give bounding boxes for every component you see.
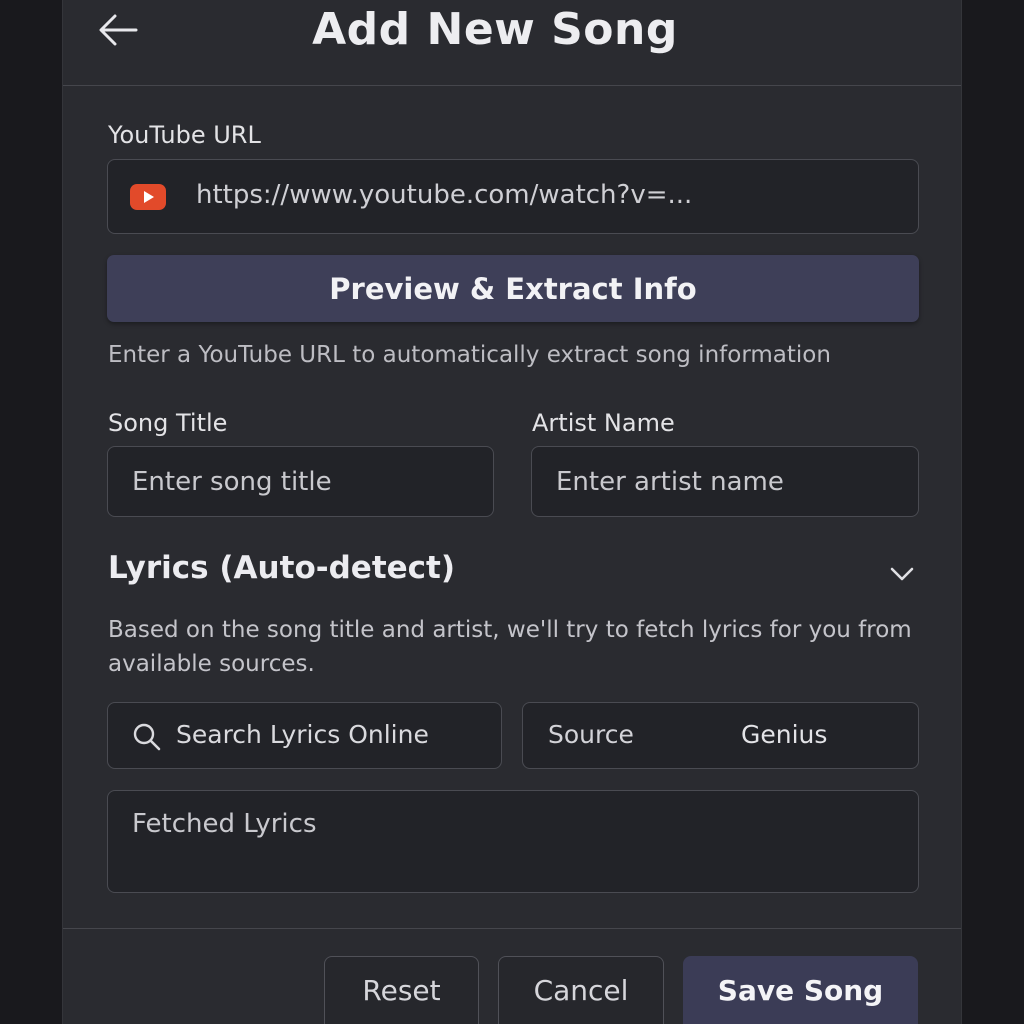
artist-name-label: Artist Name	[532, 409, 675, 437]
artist-name-input[interactable]: Enter artist name	[531, 446, 919, 517]
lyrics-section-title: Lyrics (Auto-detect)	[108, 550, 456, 586]
song-title-placeholder: Enter song title	[132, 466, 332, 497]
youtube-icon	[130, 184, 166, 210]
youtube-url-value: https://www.youtube.com/watch?v=...	[196, 180, 693, 210]
add-song-panel: Add New Song YouTube URL https://www.you…	[62, 0, 962, 1024]
page-title: Add New Song	[312, 4, 678, 55]
song-title-label: Song Title	[108, 409, 228, 437]
search-lyrics-button[interactable]: Search Lyrics Online	[107, 702, 502, 769]
song-title-input[interactable]: Enter song title	[107, 446, 494, 517]
reset-button[interactable]: Reset	[324, 956, 479, 1024]
fetched-lyrics-placeholder: Fetched Lyrics	[132, 809, 317, 839]
youtube-hint: Enter a YouTube URL to automatically ext…	[108, 342, 831, 368]
artist-name-placeholder: Enter artist name	[556, 466, 784, 497]
youtube-url-input[interactable]: https://www.youtube.com/watch?v=...	[107, 159, 919, 234]
save-song-button[interactable]: Save Song	[683, 956, 918, 1024]
youtube-url-label: YouTube URL	[108, 121, 261, 149]
chevron-down-icon[interactable]	[887, 562, 917, 586]
preview-extract-button[interactable]: Preview & Extract Info	[107, 255, 919, 322]
lyrics-source-select[interactable]: Source Genius	[522, 702, 919, 769]
header: Add New Song	[63, 0, 961, 86]
footer-divider	[63, 928, 961, 929]
source-label: Source	[548, 720, 634, 749]
fetched-lyrics-textarea[interactable]: Fetched Lyrics	[107, 790, 919, 893]
lyrics-description: Based on the song title and artist, we'l…	[108, 617, 912, 677]
search-lyrics-label: Search Lyrics Online	[176, 720, 429, 749]
source-value: Genius	[741, 720, 828, 749]
search-icon	[133, 723, 161, 751]
cancel-button[interactable]: Cancel	[498, 956, 664, 1024]
